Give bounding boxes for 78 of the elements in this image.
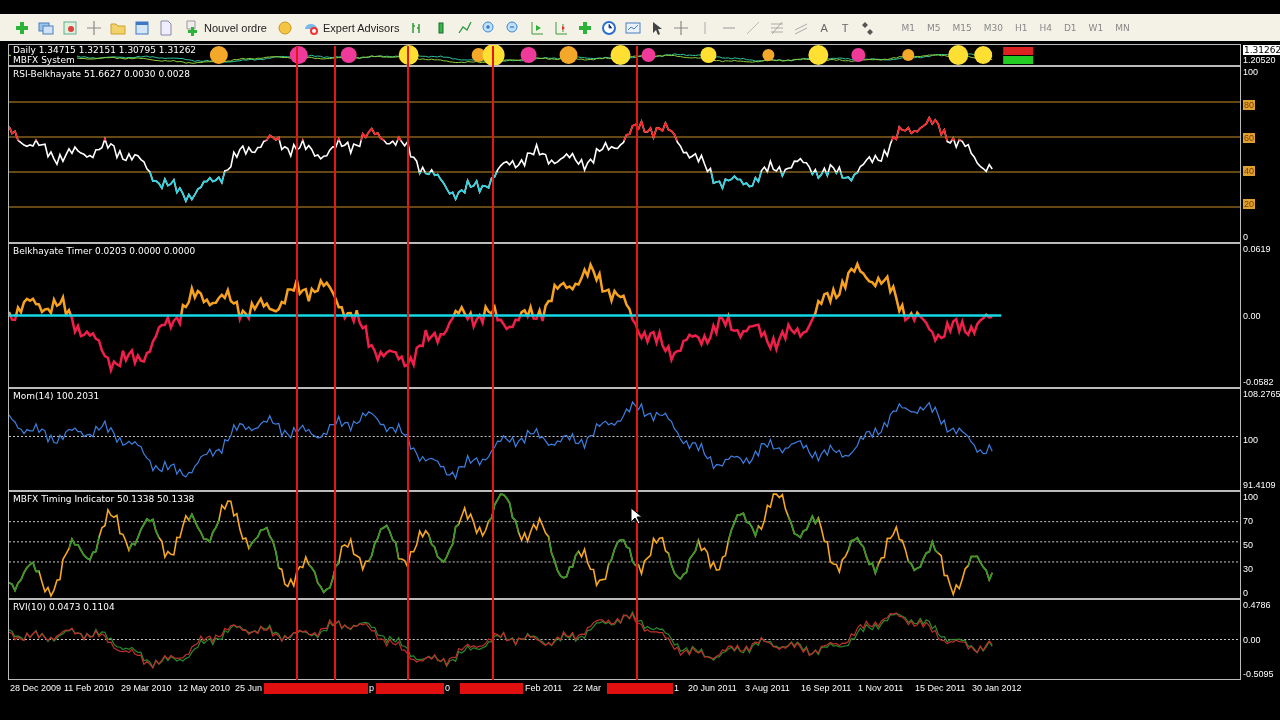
date-label: 0 (445, 683, 450, 693)
axis-label: 0.4786 (1243, 600, 1271, 610)
trend-icon[interactable] (745, 19, 762, 36)
axis-label: -0.5095 (1243, 669, 1274, 679)
expert-advisors-button[interactable]: Expert Advisors (301, 19, 402, 36)
axis-label: 100 (1243, 67, 1259, 77)
date-marker (607, 683, 673, 694)
axis-label: 100 (1243, 434, 1259, 445)
shift-icon[interactable] (553, 19, 570, 36)
axis-label: 20 (1243, 199, 1256, 209)
axis-label: 70 (1243, 516, 1254, 526)
axis-label: 0.0619 (1243, 244, 1271, 254)
new-order-icon (184, 19, 200, 36)
timeframe-button[interactable]: H1 (1010, 22, 1032, 33)
axis-label: 91.4109 (1243, 480, 1276, 490)
timeframe-button[interactable]: MN (1111, 22, 1134, 33)
date-label: 3 Aug 2011 (745, 683, 790, 693)
tmpl-icon[interactable] (625, 19, 642, 36)
axis-label: -0.0582 (1243, 377, 1274, 387)
date-label: 11 Feb 2010 (64, 683, 114, 693)
window-icon[interactable] (134, 19, 150, 36)
plus-icon[interactable] (577, 19, 594, 36)
date-label: 28 Dec 2009 (10, 683, 62, 693)
date-label: 15 Dec 2011 (915, 683, 966, 693)
text-tool-button[interactable]: A (817, 21, 831, 34)
date-label: 1 (674, 683, 679, 693)
timeframe-button[interactable]: M15 (948, 22, 976, 33)
timeframe-button[interactable]: W1 (1084, 22, 1108, 33)
date-label: 16 Sep 2011 (801, 683, 852, 693)
axis-label: 60 (1243, 133, 1256, 143)
chart-icon[interactable] (62, 19, 78, 36)
axis-label: 0.00 (1243, 310, 1261, 321)
date-label: Feb 2011 (525, 683, 563, 693)
timeframe-button[interactable]: M5 (923, 22, 945, 33)
text-tool-button[interactable]: T (838, 21, 852, 34)
axis-label: 40 (1243, 166, 1256, 176)
timeframe-button[interactable]: M30 (979, 22, 1007, 33)
date-label: 29 Mar 2010 (121, 683, 172, 693)
axis-label: 0.00 (1243, 634, 1261, 645)
date-label: 30 Jan 2012 (972, 683, 1022, 693)
chart-label: MBFX System (11, 55, 77, 65)
line-icon[interactable] (457, 19, 474, 36)
date-label: 22 Mar (573, 683, 601, 693)
date-label: p (369, 683, 374, 693)
play-icon[interactable] (529, 19, 546, 36)
axis-label: 1.20520 (1243, 55, 1276, 65)
current-price-label: 1.31262 (1243, 45, 1280, 55)
axis-label: 0 (1243, 232, 1249, 242)
date-marker (376, 683, 444, 694)
axis-label: 108.2765 (1243, 389, 1280, 399)
axis-label: 80 (1243, 100, 1256, 110)
timeframe-button[interactable]: M1 (897, 22, 919, 33)
date-label: 20 Jun 2011 (688, 683, 737, 693)
doc-icon[interactable] (158, 19, 174, 36)
axis-label: 50 (1243, 540, 1254, 550)
mouse-pointer-icon (630, 507, 642, 525)
clock-icon[interactable] (601, 19, 618, 36)
new-order-button[interactable]: Nouvel ordre (182, 19, 269, 36)
date-label: 12 May 2010 (178, 683, 231, 693)
date-marker (460, 683, 523, 694)
indicator-label: MBFX Timing Indicator 50.1338 50.1338 (12, 493, 196, 504)
indicator-label: Mom(14) 100.2031 (12, 390, 101, 401)
axis-label: 30 (1243, 564, 1254, 574)
axis-label: 100 (1243, 492, 1259, 502)
cross-icon[interactable] (86, 19, 102, 36)
date-label: 25 Jun (235, 683, 263, 693)
date-label: 1 Nov 2011 (858, 683, 904, 693)
cross-icon[interactable] (673, 19, 690, 36)
timeframe-button[interactable]: H4 (1035, 22, 1056, 33)
timeframe-button[interactable]: D1 (1059, 22, 1081, 33)
indicator-label: RVI(10) 0.0473 0.1104 (12, 601, 116, 612)
plus-icon[interactable] (14, 19, 30, 36)
windows-icon[interactable] (38, 19, 54, 36)
coin-icon[interactable] (277, 19, 293, 36)
price-info: Daily 1.34715 1.32151 1.30795 1.31262 (11, 45, 199, 55)
indicator-label: RSI-Belkhayate 51.6627 0.0030 0.0028 (12, 68, 191, 79)
axis-label: 0 (1243, 588, 1249, 598)
indicator-label: Belkhayate Timer 0.0203 0.0000 0.0000 (12, 245, 197, 256)
